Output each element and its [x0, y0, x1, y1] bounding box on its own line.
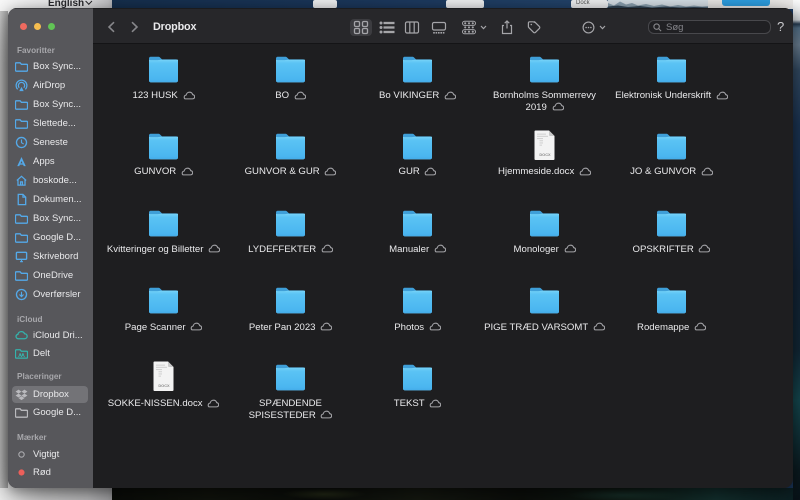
svg-text:DOCX: DOCX [158, 383, 170, 388]
svg-text:DOCX: DOCX [539, 152, 551, 157]
